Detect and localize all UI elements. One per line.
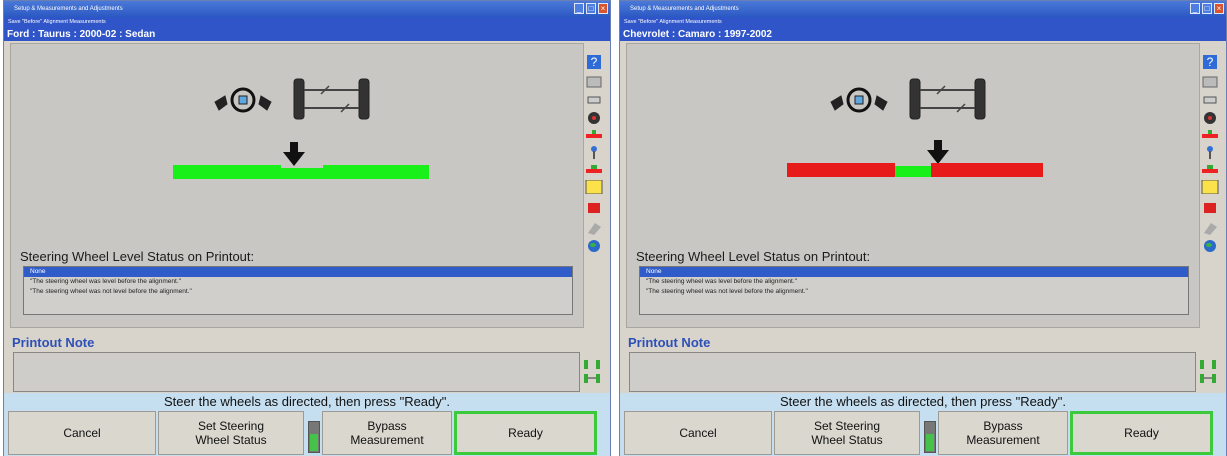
red-tool-icon[interactable]: [1201, 201, 1219, 215]
title-bar[interactable]: Setup & Measurements and Adjustments _ □…: [620, 1, 1226, 17]
main-panel: Steering Wheel Level Status on Printout:…: [626, 43, 1200, 328]
close-icon[interactable]: ×: [1214, 3, 1224, 14]
level-status-list[interactable]: None "The steering wheel was level befor…: [23, 266, 573, 315]
instruction-message: Steer the wheels as directed, then press…: [4, 393, 610, 411]
set-steering-wheel-status-button[interactable]: Set Steering Wheel Status: [774, 411, 920, 455]
close-icon[interactable]: ×: [598, 3, 608, 14]
bypass-label-1: Bypass: [983, 419, 1023, 433]
minimize-icon[interactable]: _: [1190, 3, 1200, 14]
level-bar: [173, 165, 429, 179]
cancel-button[interactable]: Cancel: [8, 411, 156, 455]
steering-axle-icon: [214, 78, 370, 120]
svg-text:?: ?: [1207, 55, 1214, 69]
set-steering-label-2: Wheel Status: [195, 433, 267, 447]
title-bar[interactable]: Setup & Measurements and Adjustments _ □…: [4, 1, 610, 17]
bypass-measurement-button[interactable]: Bypass Measurement: [322, 411, 452, 455]
steering-axle-icon: [830, 78, 986, 120]
button-bar: Cancel Set Steering Wheel Status Bypass Me…: [620, 411, 1226, 456]
ready-button[interactable]: Ready: [454, 411, 597, 455]
side-status-icons: [582, 358, 606, 391]
main-panel: Steering Wheel Level Status on Printout:…: [10, 43, 584, 328]
level-indicator-icon: [306, 413, 320, 453]
set-steering-label-2: Wheel Status: [811, 433, 883, 447]
printout-note-label: Printout Note: [628, 335, 711, 350]
set-steering-wheel-status-button[interactable]: Set Steering Wheel Status: [158, 411, 304, 455]
car-icon[interactable]: [585, 93, 603, 107]
minimize-icon[interactable]: _: [574, 3, 584, 14]
set-steering-label-1: Set Steering: [813, 419, 881, 433]
red-tool-icon[interactable]: [585, 201, 603, 215]
wrench-icon[interactable]: [1201, 145, 1219, 159]
vehicle-axle-icon: [1200, 360, 1216, 383]
caster-icon[interactable]: [585, 163, 603, 177]
set-steering-label-1: Set Steering: [197, 419, 265, 433]
window-title: Setup & Measurements and Adjustments: [630, 6, 739, 12]
car-icon[interactable]: [1201, 93, 1219, 107]
printer-icon[interactable]: [1201, 180, 1219, 194]
angle-red-icon[interactable]: [1201, 129, 1219, 143]
angle-red-icon[interactable]: [585, 129, 603, 143]
measure-icon[interactable]: [1201, 75, 1219, 89]
alignment-window-right: Setup & Measurements and Adjustments _ □…: [619, 0, 1227, 456]
button-bar: Cancel Set Steering Wheel Status Bypass Me…: [4, 411, 610, 456]
printout-note-field[interactable]: [629, 352, 1196, 392]
list-item-none[interactable]: None: [24, 267, 572, 277]
level-status-label: Steering Wheel Level Status on Printout:: [636, 249, 871, 264]
maximize-icon[interactable]: □: [1202, 3, 1212, 14]
globe-icon[interactable]: [1201, 239, 1219, 253]
list-item-not-level[interactable]: "The steering wheel was not level before…: [24, 287, 572, 297]
level-bar-right: [931, 163, 1043, 177]
vehicle-name: Chevrolet : Camaro : 1997-2002: [620, 28, 1226, 41]
wrench-icon[interactable]: [585, 145, 603, 159]
svg-text:?: ?: [591, 55, 598, 69]
printout-note-field[interactable]: [13, 352, 580, 392]
list-item-level[interactable]: "The steering wheel was level before the…: [24, 277, 572, 287]
level-indicator-icon: [922, 413, 936, 453]
printer-icon[interactable]: [585, 180, 603, 194]
level-bar-left: [173, 165, 281, 179]
globe-icon[interactable]: [585, 239, 603, 253]
help-icon[interactable]: ?: [585, 55, 603, 69]
window-title: Setup & Measurements and Adjustments: [14, 6, 123, 12]
level-bar-center: [895, 166, 931, 177]
eraser-icon[interactable]: [1201, 221, 1219, 235]
screen-subtitle: Save "Before" Alignment Measurements: [620, 17, 1226, 28]
tire-icon[interactable]: [1201, 111, 1219, 125]
list-item-not-level[interactable]: "The steering wheel was not level before…: [640, 287, 1188, 297]
instruction-message: Steer the wheels as directed, then press…: [620, 393, 1226, 411]
help-icon[interactable]: ?: [1201, 55, 1219, 69]
level-bar-right: [323, 165, 429, 179]
eraser-icon[interactable]: [585, 221, 603, 235]
level-status-label: Steering Wheel Level Status on Printout:: [20, 249, 255, 264]
tire-icon[interactable]: [585, 111, 603, 125]
ready-button[interactable]: Ready: [1070, 411, 1213, 455]
bypass-label-2: Measurement: [350, 433, 424, 447]
level-bar: [787, 163, 1043, 177]
alignment-window-left: Setup & Measurements and Adjustments _ □…: [3, 0, 611, 456]
bypass-label-2: Measurement: [966, 433, 1040, 447]
cancel-button[interactable]: Cancel: [624, 411, 772, 455]
bypass-label-1: Bypass: [367, 419, 407, 433]
list-item-level[interactable]: "The steering wheel was level before the…: [640, 277, 1188, 287]
printout-note-label: Printout Note: [12, 335, 95, 350]
vehicle-name: Ford : Taurus : 2000-02 : Sedan: [4, 28, 610, 41]
bypass-measurement-button[interactable]: Bypass Measurement: [938, 411, 1068, 455]
list-item-none[interactable]: None: [640, 267, 1188, 277]
measure-icon[interactable]: [585, 75, 603, 89]
vehicle-axle-icon: [584, 360, 600, 383]
level-status-list[interactable]: None "The steering wheel was level befor…: [639, 266, 1189, 315]
level-bar-left: [787, 163, 895, 177]
caster-icon[interactable]: [1201, 163, 1219, 177]
level-bar-center: [281, 168, 323, 179]
side-status-icons: [1198, 358, 1222, 391]
screen-subtitle: Save "Before" Alignment Measurements: [4, 17, 610, 28]
maximize-icon[interactable]: □: [586, 3, 596, 14]
